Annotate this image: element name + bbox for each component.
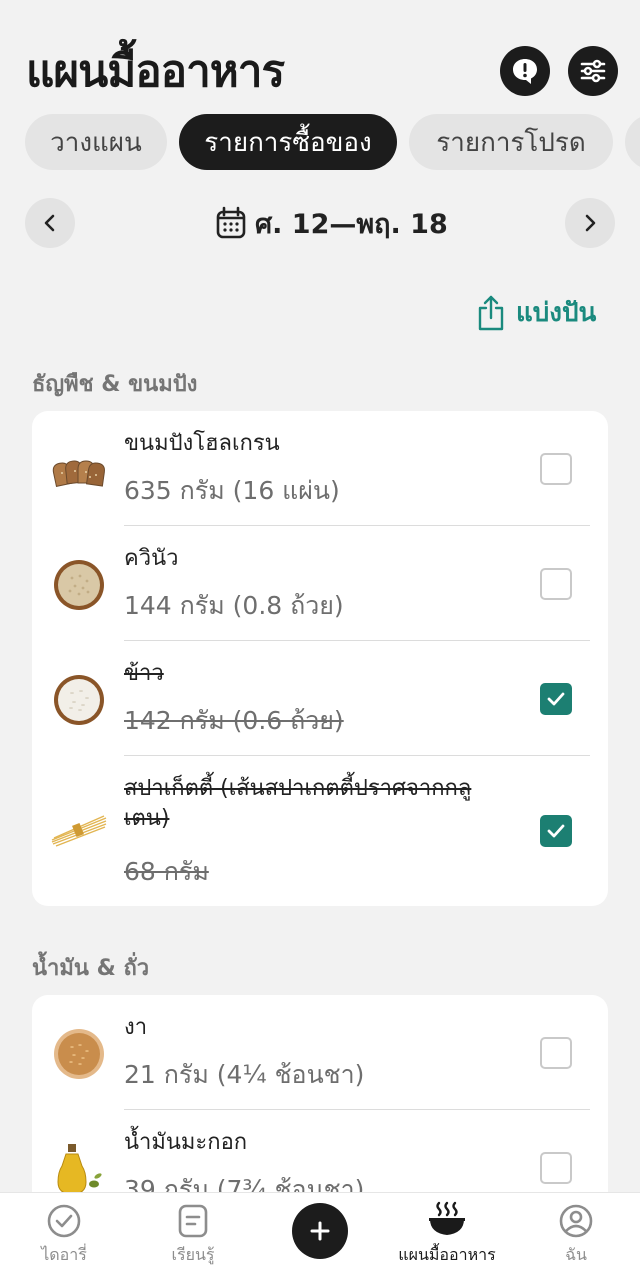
- sliders-icon: [580, 59, 606, 83]
- meal-bowl-icon: [429, 1201, 465, 1235]
- share-label: แบ่งปัน: [516, 298, 597, 328]
- next-week-button[interactable]: [565, 198, 615, 248]
- list-item[interactable]: งา 21 กรัม (4¼ ช้อนชา): [32, 995, 608, 1110]
- list-item[interactable]: ควินัว 144 กรัม (0.8 ถ้วย): [32, 526, 608, 641]
- olive-oil-icon: [57, 1144, 102, 1195]
- list-item[interactable]: ขนมปังโฮลเกรน 635 กรัม (16 แผ่น): [32, 411, 608, 526]
- date-range[interactable]: ศ. 12—พฤ. 18: [215, 198, 448, 248]
- item-quantity: 144 กรัม (0.8 ถ้วย): [124, 591, 344, 620]
- quinoa-icon: [54, 560, 104, 610]
- learn-icon: [178, 1204, 208, 1238]
- item-quantity: 635 กรัม (16 แผ่น): [124, 476, 340, 505]
- item-checkbox-checked[interactable]: [540, 683, 572, 715]
- nav-learn[interactable]: เรียนรู้: [158, 1193, 228, 1280]
- item-quantity: 21 กรัม (4¼ ช้อนชา): [124, 1060, 365, 1089]
- feedback-icon: [513, 59, 537, 84]
- item-name: ข้าว: [124, 661, 164, 686]
- item-quantity: 142 กรัม (0.6 ถ้วย): [124, 706, 344, 735]
- list-item[interactable]: ข้าว 142 กรัม (0.6 ถ้วย): [32, 641, 608, 756]
- grains-card: ขนมปังโฮลเกรน 635 กรัม (16 แผ่น) ควินัว …: [32, 411, 608, 906]
- plus-icon: [310, 1221, 330, 1241]
- tab-bar: วางแผน รายการซื้อของ รายการโปรด: [0, 114, 640, 170]
- item-name: น้ำมันมะกอก: [124, 1130, 248, 1155]
- spaghetti-icon: [51, 815, 107, 847]
- diary-check-icon: [47, 1204, 81, 1238]
- share-icon: [478, 295, 504, 330]
- nav-profile-label: ฉัน: [565, 1245, 587, 1264]
- sesame-icon: [54, 1029, 104, 1079]
- checkmark-icon: [547, 824, 565, 838]
- item-checkbox[interactable]: [540, 568, 572, 600]
- date-range-row: ศ. 12—พฤ. 18: [25, 198, 615, 248]
- previous-week-button[interactable]: [25, 198, 75, 248]
- filter-settings-button[interactable]: [568, 46, 618, 96]
- item-checkbox[interactable]: [540, 1037, 572, 1069]
- bottom-navigation: ไดอารี่ เรียนรู้ แผนมื้ออาหาร ฉัน: [0, 1192, 640, 1280]
- nav-diary-label: ไดอารี่: [41, 1245, 87, 1264]
- nav-meal-plan-label: แผนมื้ออาหาร: [398, 1245, 496, 1264]
- item-quantity: 68 กรัม: [124, 857, 209, 886]
- tab-favorites[interactable]: รายการโปรด: [409, 114, 613, 170]
- header: แผนมื้ออาหาร: [26, 40, 618, 104]
- page-title: แผนมื้ออาหาร: [26, 46, 285, 97]
- nav-profile[interactable]: ฉัน: [546, 1193, 606, 1280]
- feedback-button[interactable]: [500, 46, 550, 96]
- chevron-right-icon: [585, 214, 596, 232]
- date-range-label: ศ. 12—พฤ. 18: [255, 208, 448, 240]
- item-checkbox-checked[interactable]: [540, 815, 572, 847]
- list-item[interactable]: สปาเก็ตตี้ (เส้นสปาเกตตี้ปราศจากกลูเตน) …: [32, 756, 608, 906]
- chevron-left-icon: [44, 214, 55, 232]
- item-checkbox[interactable]: [540, 1152, 572, 1184]
- share-button[interactable]: แบ่งปัน: [476, 292, 596, 333]
- nav-meal-plan[interactable]: แผนมื้ออาหาร: [392, 1193, 502, 1280]
- section-title-grains: ธัญพืช & ขนมปัง: [32, 372, 198, 397]
- tab-shopping-list[interactable]: รายการซื้อของ: [179, 114, 397, 170]
- profile-icon: [559, 1204, 593, 1238]
- tab-more[interactable]: [625, 114, 640, 170]
- calendar-icon: [216, 206, 246, 239]
- section-title-oils-nuts: น้ำมัน & ถั่ว: [32, 956, 150, 981]
- bread-icon: [52, 460, 105, 488]
- item-name: สปาเก็ตตี้ (เส้นสปาเกตตี้ปราศจากกลูเตน): [124, 776, 472, 831]
- nav-diary[interactable]: ไดอารี่: [34, 1193, 94, 1280]
- item-name: ขนมปังโฮลเกรน: [124, 431, 280, 456]
- tab-plan[interactable]: วางแผน: [25, 114, 167, 170]
- add-button[interactable]: [292, 1203, 348, 1259]
- item-checkbox[interactable]: [540, 453, 572, 485]
- nav-learn-label: เรียนรู้: [171, 1245, 215, 1264]
- item-name: ควินัว: [124, 546, 179, 571]
- checkmark-icon: [547, 692, 565, 706]
- item-name: งา: [124, 1015, 148, 1040]
- rice-icon: [54, 675, 104, 725]
